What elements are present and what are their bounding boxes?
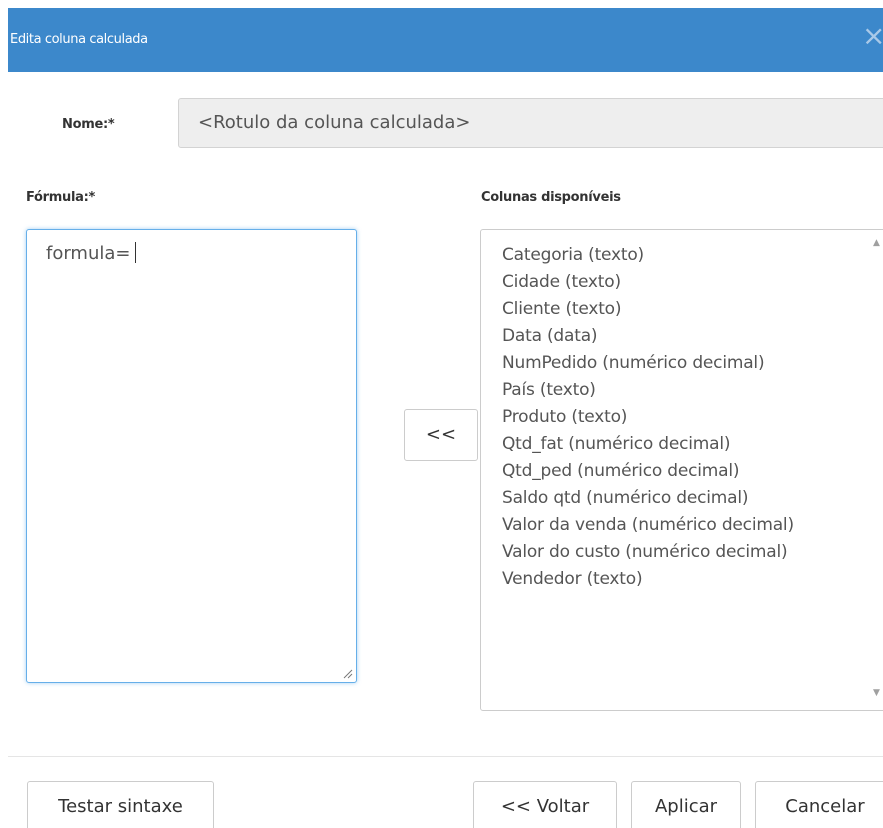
column-option[interactable]: Qtd_ped (numérico decimal) xyxy=(502,458,883,485)
available-columns-list[interactable]: Categoria (texto) Cidade (texto) Cliente (… xyxy=(480,229,883,711)
column-option[interactable]: Valor do custo (numérico decimal) xyxy=(502,539,883,566)
column-option[interactable]: Data (data) xyxy=(502,323,883,350)
name-input[interactable]: <Rotulo da coluna calculada> xyxy=(178,98,883,148)
name-label: Nome:* xyxy=(62,117,115,132)
apply-button[interactable]: Aplicar xyxy=(631,781,741,828)
formula-label: Fórmula:* xyxy=(26,190,96,205)
columns-items: Categoria (texto) Cidade (texto) Cliente (… xyxy=(481,230,883,593)
scroll-up-icon[interactable]: ▲ xyxy=(873,238,880,248)
formula-textarea[interactable]: formula= xyxy=(26,229,357,683)
edit-calculated-column-dialog: Edita coluna calculada × Nome:* <Rotulo … xyxy=(0,0,883,828)
column-option[interactable]: NumPedido (numérico decimal) xyxy=(502,350,883,377)
cancel-button[interactable]: Cancelar xyxy=(755,781,883,828)
column-option[interactable]: Saldo qtd (numérico decimal) xyxy=(502,485,883,512)
dialog-header: Edita coluna calculada × xyxy=(8,8,883,72)
column-option[interactable]: Categoria (texto) xyxy=(502,242,883,269)
scroll-down-icon[interactable]: ▼ xyxy=(873,688,880,698)
formula-text: formula= xyxy=(46,243,131,264)
test-syntax-button[interactable]: Testar sintaxe xyxy=(27,781,214,828)
dialog-title: Edita coluna calculada xyxy=(10,32,148,47)
close-icon[interactable]: × xyxy=(862,22,883,50)
column-option[interactable]: Vendedor (texto) xyxy=(502,566,883,593)
column-option[interactable]: Qtd_fat (numérico decimal) xyxy=(502,431,883,458)
back-button[interactable]: << Voltar xyxy=(473,781,617,828)
resize-grip-icon[interactable] xyxy=(343,669,353,679)
column-option[interactable]: País (texto) xyxy=(502,377,883,404)
column-option[interactable]: Produto (texto) xyxy=(502,404,883,431)
columns-label: Colunas disponíveis xyxy=(481,190,621,205)
column-option[interactable]: Cliente (texto) xyxy=(502,296,883,323)
footer-divider xyxy=(8,756,883,757)
text-caret xyxy=(134,242,136,263)
column-option[interactable]: Cidade (texto) xyxy=(502,269,883,296)
column-option[interactable]: Valor da venda (numérico decimal) xyxy=(502,512,883,539)
insert-column-button[interactable]: << xyxy=(404,409,478,461)
